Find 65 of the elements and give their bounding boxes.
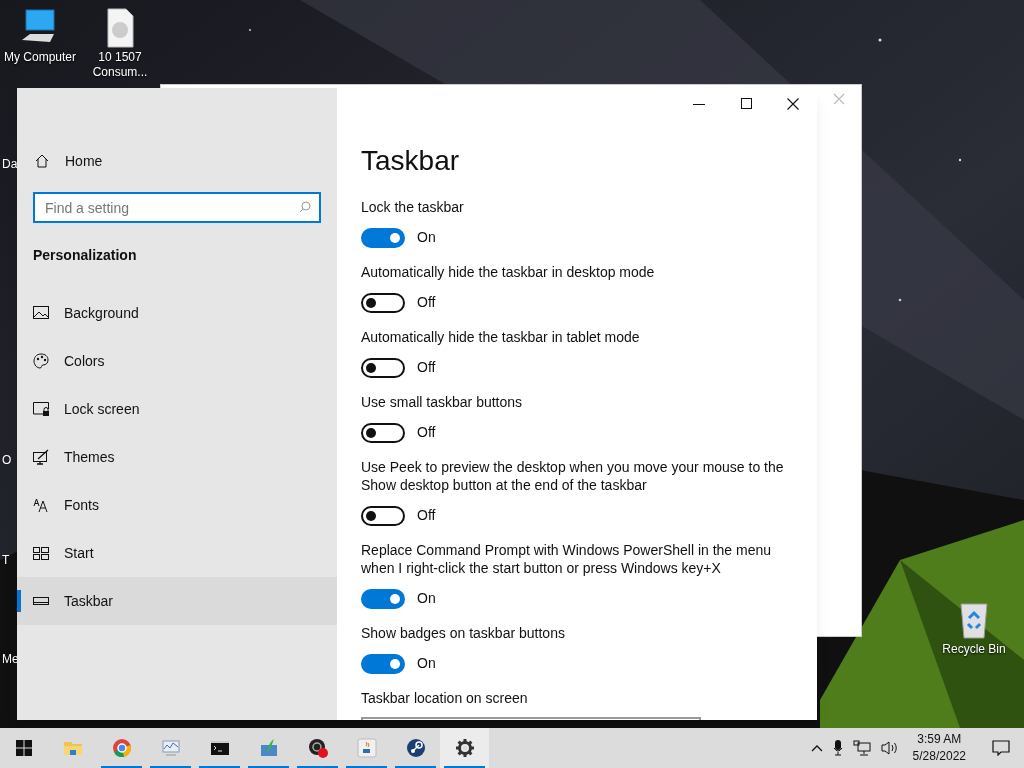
setting-label: Use Peek to preview the desktop when you move your mouse to the Show desktop button at the end of the taskbar (361, 458, 785, 494)
section-heading: Personalization (32, 246, 138, 265)
desktop-icon-label[interactable]: My Computer (2, 50, 78, 65)
sidebar-item[interactable]: Colors (17, 337, 337, 385)
terminal-icon (209, 738, 230, 758)
toggle-state: On (417, 654, 436, 673)
setting-label: Taskbar location on screen (361, 689, 529, 707)
toggle-switch[interactable] (361, 357, 405, 378)
feather-window-icon (258, 738, 279, 758)
speaker-icon[interactable] (880, 740, 899, 756)
search-field[interactable]: Find a setting (33, 192, 321, 223)
page-title: Taskbar (361, 144, 461, 178)
sidebar-item[interactable]: Taskbar (17, 577, 337, 625)
sidebar-item[interactable]: Start (17, 529, 337, 577)
setting-label: Automatically hide the taskbar in desktop mode (361, 263, 656, 281)
home-icon (35, 154, 49, 168)
notification-icon[interactable] (992, 740, 1010, 756)
settings-icon (454, 738, 475, 758)
toggle-switch[interactable] (361, 292, 405, 313)
coffee-cup-icon (356, 738, 377, 758)
toggle-switch[interactable] (361, 653, 405, 674)
chevron-up-icon[interactable] (810, 744, 823, 752)
setting-label: Automatically hide the taskbar in tablet mode (361, 328, 641, 346)
record-icon (307, 738, 328, 758)
clock[interactable]: 3:59 AM 5/28/2022 (908, 731, 970, 765)
setting-label: Show badges on taskbar buttons (361, 624, 566, 642)
network-icon[interactable] (852, 740, 871, 756)
sidebar-item[interactable]: Fonts (17, 481, 337, 529)
fonts-icon (33, 497, 49, 513)
toggle-state: Off (417, 423, 436, 442)
sidebar-item[interactable]: Background (17, 289, 337, 337)
desktop-icon-label[interactable]: O (2, 453, 12, 468)
toggle-switch[interactable] (361, 505, 405, 526)
lock-screen-icon (33, 401, 49, 417)
desktop-icon-label[interactable]: Recycle Bin (936, 642, 1012, 657)
setting-label: Use small taskbar buttons (361, 393, 524, 411)
search-icon (299, 201, 311, 213)
desktop-icon-label[interactable]: Da (2, 157, 18, 172)
toggle-state: Off (417, 293, 436, 312)
sidebar-item[interactable]: Lock screen (17, 385, 337, 433)
setting-label: Replace Command Prompt with Windows PowerShell in the menu when I right-click the start button or press Windows key+X (361, 541, 773, 577)
desktop-icon-label[interactable]: 10 1507 Consum... (82, 50, 158, 80)
toggle-switch[interactable] (361, 422, 405, 443)
maximize-icon[interactable] (741, 98, 752, 109)
windows-logo-icon (16, 740, 32, 756)
toggle-state: On (417, 589, 436, 608)
desktop-icon-label[interactable]: T (2, 553, 10, 568)
toggle-state: Off (417, 358, 436, 377)
chart-monitor-icon (160, 738, 181, 758)
microphone-icon[interactable] (832, 740, 843, 756)
taskbar-button[interactable] (440, 728, 489, 768)
toggle-switch[interactable] (361, 588, 405, 609)
setting-label: Lock the taskbar (361, 198, 465, 216)
brush-monitor-icon (33, 449, 49, 465)
steam-icon (405, 738, 426, 758)
home-link[interactable]: Home (17, 150, 337, 172)
close-icon[interactable] (787, 98, 799, 110)
tiles-icon (33, 545, 49, 561)
toggle-state: On (417, 228, 436, 247)
toggle-switch[interactable] (361, 227, 405, 248)
palette-icon (33, 353, 49, 369)
browser-icon (111, 738, 132, 758)
picture-frame-icon (33, 305, 49, 321)
sidebar-item[interactable]: Themes (17, 433, 337, 481)
toggle-state: Off (417, 506, 436, 525)
